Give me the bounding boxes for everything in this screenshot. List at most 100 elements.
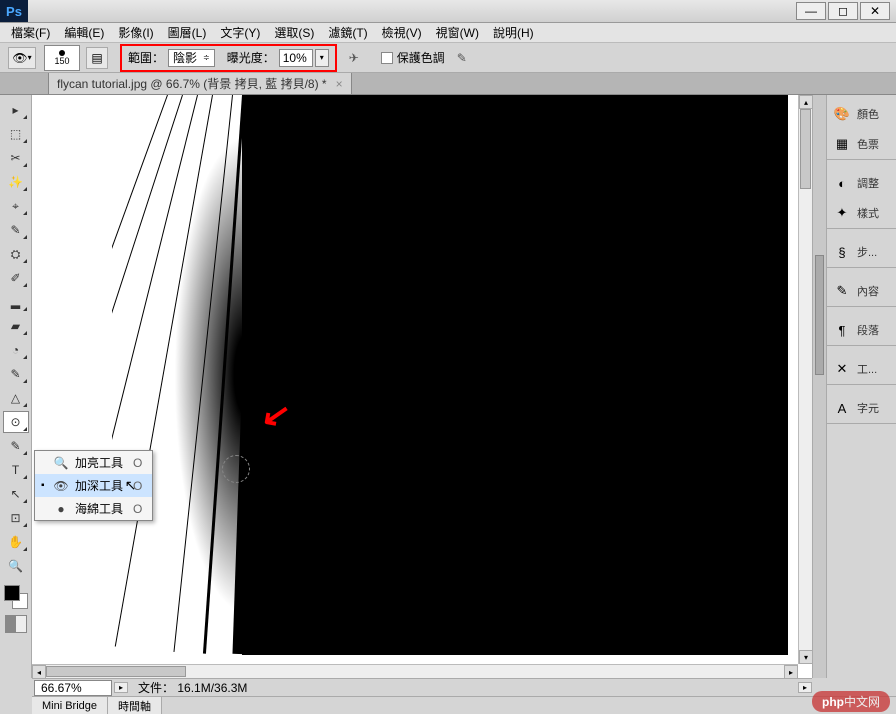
status-bar: 66.67% ▸ 文件： 16.1M/36.3M ▸	[32, 678, 812, 696]
horizontal-scrollbar[interactable]: ◂ ▸	[32, 664, 798, 678]
menu-bar: 檔案(F) 編輯(E) 影像(I) 圖層(L) 文字(Y) 選取(S) 濾鏡(T…	[0, 23, 896, 43]
tool-healing[interactable]: ⛭	[3, 243, 29, 265]
menu-edit[interactable]: 編輯(E)	[57, 24, 111, 41]
color-swatches[interactable]	[4, 585, 28, 609]
app-logo: Ps	[0, 0, 28, 22]
panel-history[interactable]: §步...	[827, 237, 896, 267]
hscroll-thumb[interactable]	[46, 666, 186, 677]
tool-lasso[interactable]: ✂	[3, 147, 29, 169]
vscroll-thumb[interactable]	[800, 109, 811, 189]
menu-filter[interactable]: 濾鏡(T)	[321, 24, 374, 41]
range-value: 陰影	[173, 49, 197, 66]
airbrush-toggle[interactable]: ✈	[343, 47, 365, 69]
flyout-shortcut: O	[133, 479, 142, 493]
tool-path-select[interactable]: ↖	[3, 483, 29, 505]
panel-tools[interactable]: ✕工...	[827, 354, 896, 384]
scroll-down-button[interactable]: ▾	[799, 650, 812, 664]
character-icon: A	[833, 400, 851, 416]
flyout-item-sponge[interactable]: ● 海綿工具 O	[35, 497, 152, 520]
flyout-shortcut: O	[133, 456, 142, 470]
canvas-area[interactable]: ↙ ▴ ▾ ◂ ▸	[32, 95, 812, 678]
exposure-stepper[interactable]: ▾	[315, 49, 329, 67]
range-dropdown[interactable]: 陰影 ≑	[168, 49, 215, 67]
tools-icon: ✕	[833, 361, 851, 377]
tool-blur[interactable]: △	[3, 387, 29, 409]
tool-marquee[interactable]: ⬚	[3, 123, 29, 145]
tool-eyedropper[interactable]: ✎	[3, 219, 29, 241]
document-info[interactable]: 文件： 16.1M/36.3M	[128, 679, 257, 696]
panel-styles[interactable]: ✦樣式	[827, 198, 896, 228]
gutter-thumb[interactable]	[815, 255, 824, 375]
current-tool-icon[interactable]: 👁▾	[8, 47, 36, 69]
flyout-label: 海綿工具	[75, 500, 123, 517]
document-tab-title: flycan tutorial.jpg @ 66.7% (背景 拷貝, 藍 拷貝…	[57, 77, 327, 91]
flyout-item-dodge[interactable]: 🔍 加亮工具 O	[35, 451, 152, 474]
menu-window[interactable]: 視窗(W)	[429, 24, 486, 41]
menu-select[interactable]: 選取(S)	[267, 24, 321, 41]
canvas-image[interactable]: ↙	[32, 95, 788, 655]
tool-gradient[interactable]: ✎	[3, 363, 29, 385]
zoom-menu-arrow[interactable]: ▸	[114, 682, 128, 693]
tab-timeline[interactable]: 時間軸	[108, 697, 162, 714]
status-menu-arrow[interactable]: ▸	[798, 682, 812, 693]
tool-type[interactable]: T	[3, 459, 29, 481]
menu-layer[interactable]: 圖層(L)	[161, 24, 214, 41]
panel-adjustments[interactable]: ◐調整	[827, 168, 896, 198]
tool-pen[interactable]: ✎	[3, 435, 29, 457]
menu-image[interactable]: 影像(I)	[111, 24, 160, 41]
tablet-pressure-toggle[interactable]: ✎	[451, 47, 473, 69]
brush-panel-toggle[interactable]: ▤	[86, 47, 108, 69]
tools-panel: ▸ ⬚ ✂ ✨ ⌖ ✎ ⛭ ✐ ▂ ▰ ◔ ✎ △ ⊙ ✎ T ↖ ⊡ ✋ 🔍	[0, 95, 32, 678]
menu-file[interactable]: 檔案(F)	[4, 24, 57, 41]
right-gutter-scroll[interactable]	[812, 95, 826, 678]
brush-preset-picker[interactable]: 150	[44, 45, 80, 71]
vscroll-track[interactable]	[799, 109, 812, 650]
tool-history-brush[interactable]: ▰	[3, 315, 29, 337]
exposure-input[interactable]: 10%	[279, 49, 313, 67]
tool-move[interactable]: ▸	[3, 99, 29, 121]
dodge-icon: 🔍	[51, 456, 71, 470]
range-label: 範圍：	[128, 49, 164, 66]
scroll-right-button[interactable]: ▸	[784, 665, 798, 678]
bottom-panel-tabs: Mini Bridge 時間軸	[32, 696, 896, 714]
zoom-level-input[interactable]: 66.67%	[34, 680, 112, 696]
scroll-left-button[interactable]: ◂	[32, 665, 46, 678]
vertical-scrollbar[interactable]: ▴ ▾	[798, 95, 812, 664]
hscroll-track[interactable]	[46, 665, 784, 678]
panel-swatches[interactable]: ▦色票	[827, 129, 896, 159]
menu-help[interactable]: 說明(H)	[486, 24, 541, 41]
tool-dodge-burn[interactable]: ⊙	[3, 411, 29, 433]
menu-type[interactable]: 文字(Y)	[213, 24, 267, 41]
panel-character[interactable]: A字元	[827, 393, 896, 423]
tab-mini-bridge[interactable]: Mini Bridge	[32, 697, 108, 714]
palette-icon: 🎨	[833, 106, 851, 122]
panel-properties[interactable]: ✎內容	[827, 276, 896, 306]
swatches-icon: ▦	[833, 136, 851, 152]
tool-hand[interactable]: ✋	[3, 531, 29, 553]
tool-magic-wand[interactable]: ✨	[3, 171, 29, 193]
menu-view[interactable]: 檢視(V)	[375, 24, 429, 41]
flyout-item-burn[interactable]: ▪ 👁 加深工具 O	[35, 474, 152, 497]
tool-zoom[interactable]: 🔍	[3, 555, 29, 577]
document-tab[interactable]: flycan tutorial.jpg @ 66.7% (背景 拷貝, 藍 拷貝…	[48, 72, 352, 94]
tool-crop[interactable]: ⌖	[3, 195, 29, 217]
close-button[interactable]: ✕	[860, 2, 890, 20]
protect-tones-checkbox[interactable]	[381, 52, 393, 64]
foreground-color-swatch[interactable]	[4, 585, 20, 601]
tab-close-icon[interactable]: ×	[336, 77, 343, 91]
panel-paragraph[interactable]: ¶段落	[827, 315, 896, 345]
sponge-icon: ●	[51, 502, 71, 516]
tool-shape[interactable]: ⊡	[3, 507, 29, 529]
quick-mask-toggle[interactable]	[5, 615, 27, 633]
scroll-up-button[interactable]: ▴	[799, 95, 812, 109]
adjustments-icon: ◐	[833, 175, 851, 191]
tool-clone[interactable]: ▂	[3, 291, 29, 313]
tool-brush[interactable]: ✐	[3, 267, 29, 289]
brush-cursor-indicator	[222, 455, 250, 483]
exposure-label: 曝光度：	[227, 49, 275, 66]
minimize-button[interactable]: —	[796, 2, 826, 20]
maximize-button[interactable]: ◻	[828, 2, 858, 20]
tool-eraser[interactable]: ◔	[3, 339, 29, 361]
panel-color[interactable]: 🎨顏色	[827, 99, 896, 129]
right-panel-dock: 🎨顏色 ▦色票 ◐調整 ✦樣式 §步... ✎內容 ¶段落 ✕工... A字元	[826, 95, 896, 678]
